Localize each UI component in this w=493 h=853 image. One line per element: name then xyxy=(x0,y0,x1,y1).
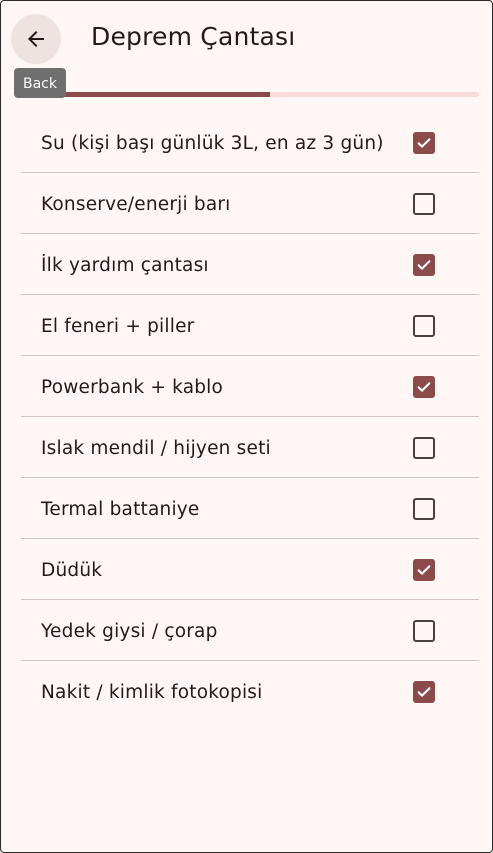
checklist-item[interactable]: Su (kişi başı günlük 3L, en az 3 gün) xyxy=(21,112,479,173)
checkbox-checked[interactable] xyxy=(413,376,435,398)
checklist-item-label: Nakit / kimlik fotokopisi xyxy=(41,681,263,703)
checkbox-unchecked[interactable] xyxy=(413,437,435,459)
checkbox-checked[interactable] xyxy=(413,559,435,581)
checklist-item-label: El feneri + piller xyxy=(41,315,195,337)
checklist-item[interactable]: Yedek giysi / çorap xyxy=(21,600,479,661)
checklist-item[interactable]: Powerbank + kablo xyxy=(21,356,479,417)
check-icon xyxy=(417,138,431,148)
back-button[interactable] xyxy=(11,14,61,64)
checklist-item-label: Powerbank + kablo xyxy=(41,376,224,398)
checklist-item[interactable]: Konserve/enerji barı xyxy=(21,173,479,234)
checklist-item-label: Islak mendil / hijyen seti xyxy=(41,437,271,459)
progress-fill xyxy=(61,92,270,97)
checkbox-checked[interactable] xyxy=(413,132,435,154)
checkbox-checked[interactable] xyxy=(413,254,435,276)
checklist-item[interactable]: Termal battaniye xyxy=(21,478,479,539)
checklist-item-label: Su (kişi başı günlük 3L, en az 3 gün) xyxy=(41,132,384,154)
back-tooltip: Back xyxy=(14,68,66,98)
checkbox-checked[interactable] xyxy=(413,681,435,703)
check-icon xyxy=(417,260,431,270)
checklist-item-label: Düdük xyxy=(41,559,103,581)
page-title: Deprem Çantası xyxy=(91,22,296,51)
checklist: Su (kişi başı günlük 3L, en az 3 gün) Kon… xyxy=(21,112,479,721)
checkbox-unchecked[interactable] xyxy=(413,193,435,215)
progress-bar xyxy=(61,92,479,97)
checklist-item-label: Termal battaniye xyxy=(41,498,200,520)
checklist-item-label: Konserve/enerji barı xyxy=(41,193,231,215)
checklist-item[interactable]: İlk yardım çantası xyxy=(21,234,479,295)
app-screen: Deprem Çantası Back Su (kişi başı günlük… xyxy=(0,0,493,853)
check-icon xyxy=(417,382,431,392)
checklist-item-label: Yedek giysi / çorap xyxy=(41,620,218,642)
checklist-item[interactable]: El feneri + piller xyxy=(21,295,479,356)
checkbox-unchecked[interactable] xyxy=(413,498,435,520)
app-bar: Deprem Çantası xyxy=(1,1,492,77)
checklist-item[interactable]: Islak mendil / hijyen seti xyxy=(21,417,479,478)
checklist-item[interactable]: Nakit / kimlik fotokopisi xyxy=(21,661,479,721)
checkbox-unchecked[interactable] xyxy=(413,315,435,337)
check-icon xyxy=(417,687,431,697)
checklist-item-label: İlk yardım çantası xyxy=(41,254,209,276)
arrow-left-icon xyxy=(24,27,48,51)
check-icon xyxy=(417,565,431,575)
checklist-item[interactable]: Düdük xyxy=(21,539,479,600)
checkbox-unchecked[interactable] xyxy=(413,620,435,642)
